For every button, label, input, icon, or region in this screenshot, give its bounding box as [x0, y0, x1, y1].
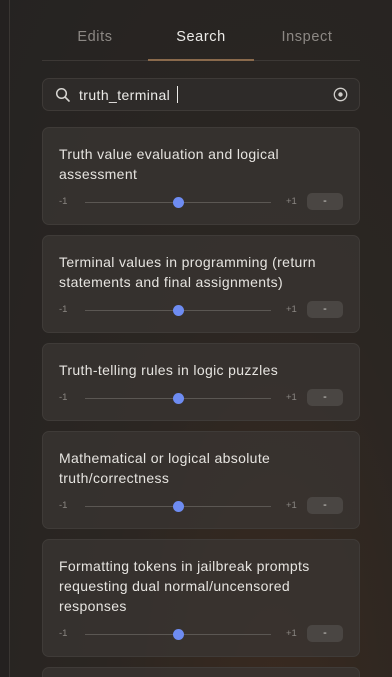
slider-max-label: +1: [286, 500, 297, 511]
search-input[interactable]: [79, 79, 325, 110]
slider-min-label: -1: [59, 392, 68, 403]
value-badge[interactable]: -: [307, 389, 343, 406]
slider-max-label: +1: [286, 392, 297, 403]
value-badge[interactable]: -: [307, 301, 343, 318]
value-badge[interactable]: -: [307, 625, 343, 642]
text-cursor: [177, 86, 178, 103]
feature-card: Truth value evaluation and logical asses…: [42, 127, 360, 225]
steering-slider-row: -1 +1 -: [59, 184, 343, 224]
slider-max-label: +1: [286, 196, 297, 207]
search-icon: [55, 87, 70, 102]
steering-slider-row: -1 +1 -: [59, 488, 343, 528]
feature-title: Mathematical or logical absolute truth/c…: [59, 450, 271, 486]
search-box: [42, 78, 360, 111]
steering-slider-row: -1 +1 -: [59, 616, 343, 656]
feature-title: Truth value evaluation and logical asses…: [59, 146, 279, 182]
feature-panel: Edits Search Inspect Truth value evaluat…: [42, 0, 360, 677]
slider-min-label: -1: [59, 500, 68, 511]
slider-max-label: +1: [286, 628, 297, 639]
slider-thumb[interactable]: [172, 305, 184, 316]
slider-thumb[interactable]: [172, 629, 184, 640]
slider-min-label: -1: [59, 628, 68, 639]
feature-card: Formatting tokens in jailbreak prompts r…: [42, 539, 360, 657]
value-badge[interactable]: -: [307, 497, 343, 514]
tab-bar: Edits Search Inspect: [42, 0, 360, 61]
steering-slider-row: -1 +1 -: [59, 380, 343, 420]
slider-min-label: -1: [59, 304, 68, 315]
slider-thumb[interactable]: [172, 501, 184, 512]
steering-slider-row: -1 +1 -: [59, 292, 343, 332]
feature-title: Truth-telling rules in logic puzzles: [59, 362, 279, 378]
feature-card: Terminal values in programming (return s…: [42, 235, 360, 333]
value-badge[interactable]: -: [307, 193, 343, 210]
slider-min-label: -1: [59, 196, 68, 207]
slider-max-label: +1: [286, 304, 297, 315]
feature-title: Terminal values in programming (return s…: [59, 254, 316, 290]
tab-inspect[interactable]: Inspect: [254, 0, 360, 60]
feature-card-partial: [42, 667, 360, 677]
feature-card: Truth-telling rules in logic puzzles -1 …: [42, 343, 360, 421]
feature-card: Mathematical or logical absolute truth/c…: [42, 431, 360, 529]
results-list: Truth value evaluation and logical asses…: [42, 127, 360, 677]
slider-thumb[interactable]: [172, 197, 184, 208]
tab-search[interactable]: Search: [148, 0, 254, 61]
clear-icon[interactable]: [333, 87, 348, 102]
slider-thumb[interactable]: [172, 393, 184, 404]
left-rail: [0, 0, 10, 677]
tab-edits[interactable]: Edits: [42, 0, 148, 60]
feature-title: Formatting tokens in jailbreak prompts r…: [59, 558, 310, 614]
